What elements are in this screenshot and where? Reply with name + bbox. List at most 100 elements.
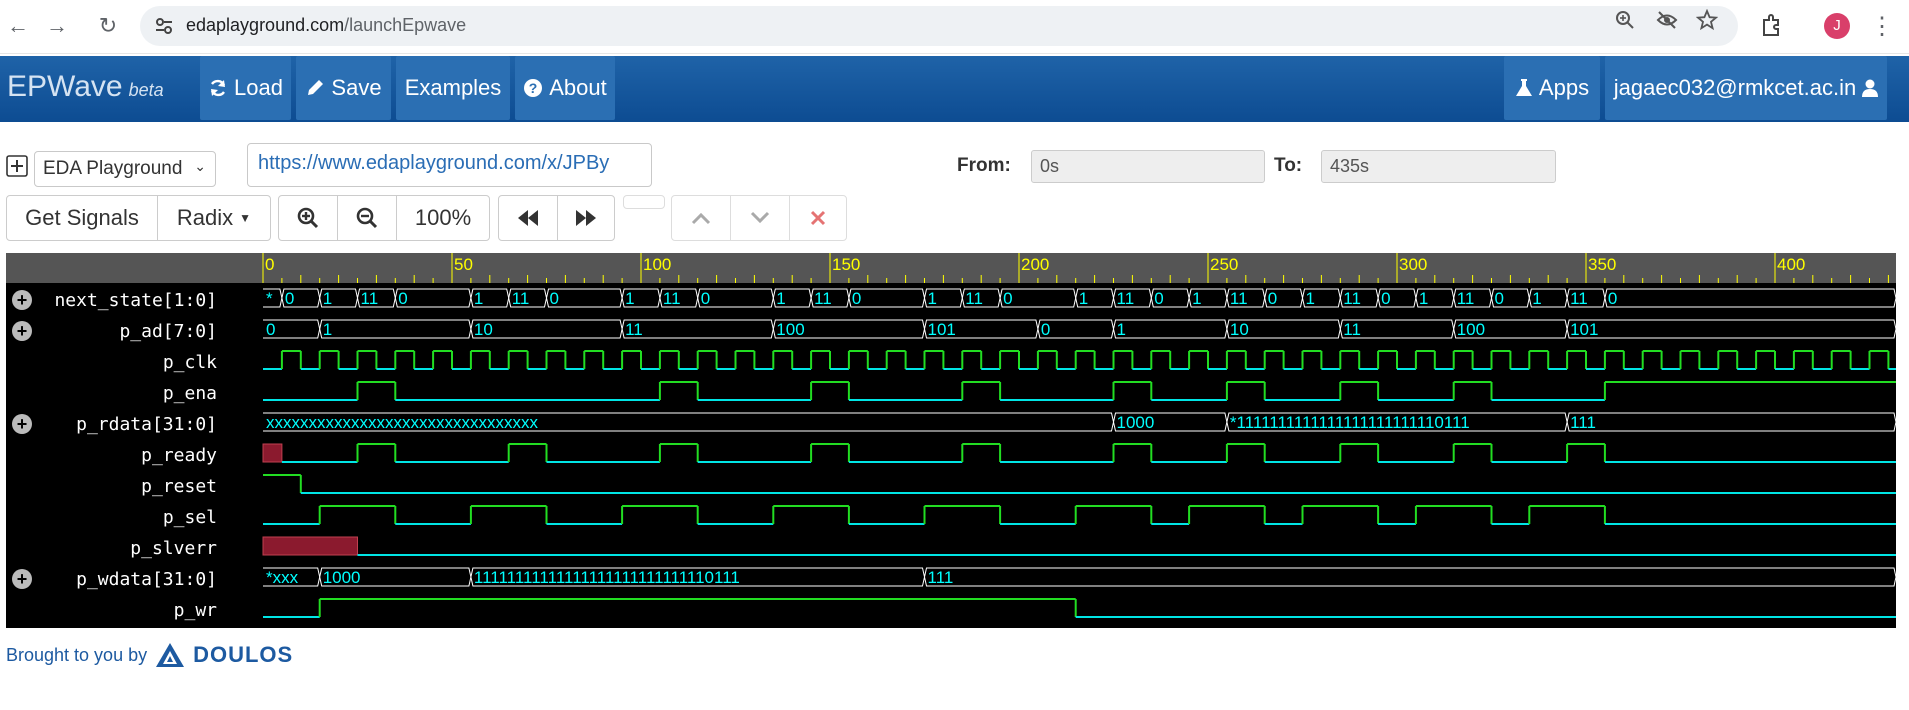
brand-name: EPWave	[7, 70, 123, 103]
svg-text:?: ?	[529, 80, 538, 96]
ruler-tick-label: 0	[265, 255, 274, 274]
about-label: About	[549, 75, 607, 100]
move-up-button[interactable]	[671, 195, 731, 241]
signal-name[interactable]: p_slverr	[6, 538, 217, 559]
expand-all-icon[interactable]	[6, 155, 28, 177]
bus-value: 1	[625, 289, 634, 308]
bus-value: 0	[1495, 289, 1504, 308]
save-label: Save	[331, 75, 382, 100]
bus-segment	[1604, 288, 1896, 308]
bus-value: 111	[1570, 413, 1596, 432]
browser-menu-icon[interactable]: ⋮	[1866, 10, 1898, 42]
footer-text: Brought to you by	[6, 644, 148, 665]
radix-dropdown[interactable]: Radix ▼	[157, 195, 271, 241]
bus-value: *xxx	[266, 568, 299, 587]
bus-value: 0	[1381, 289, 1390, 308]
bus-segment	[1566, 319, 1896, 339]
expand-bus-icon[interactable]: +	[12, 569, 32, 589]
back-icon[interactable]: ←	[2, 10, 34, 42]
signal-name[interactable]: p_ready	[6, 445, 217, 466]
url-text: edaplayground.com/launchEpwave	[186, 15, 466, 36]
bus-value: 1	[928, 289, 937, 308]
profile-avatar[interactable]: J	[1824, 13, 1850, 39]
signal-name[interactable]: p_reset	[6, 476, 217, 497]
bus-value: 1000	[323, 568, 361, 587]
forward-icon[interactable]: →	[41, 10, 73, 42]
expand-bus-icon[interactable]: +	[12, 321, 32, 341]
doulos-brand[interactable]: DOULOS	[193, 642, 293, 668]
signal-name[interactable]: next_state[1:0]	[6, 290, 217, 311]
eye-off-icon[interactable]	[1656, 9, 1678, 31]
zoom-out-button[interactable]	[337, 195, 397, 241]
signal-name[interactable]: p_wdata[31:0]	[6, 569, 217, 590]
scroll-start-button[interactable]	[498, 195, 558, 241]
to-input[interactable]: 435s	[1321, 150, 1556, 183]
waveform-canvas[interactable]: 0 50 100 150 200 250 300 350 400* 0 1 11 0 1 11 0 1 11 0 1 1…	[261, 253, 1896, 628]
bus-value: 0	[1608, 289, 1617, 308]
scroll-end-button[interactable]	[557, 195, 615, 241]
signal-name[interactable]: p_ena	[6, 383, 217, 404]
zoom-level[interactable]: 100%	[396, 195, 490, 241]
bus-value: 1	[1192, 289, 1201, 308]
ruler-tick-label: 200	[1021, 255, 1049, 274]
bus-value: *1111111111111111111111110111	[1230, 413, 1470, 432]
remove-signal-button[interactable]	[789, 195, 847, 241]
caret-down-icon: ▼	[239, 211, 252, 225]
bus-value: 100	[776, 320, 804, 339]
bus-value: 0	[1268, 289, 1277, 308]
signal-name[interactable]: p_wr	[6, 600, 217, 621]
bus-value: 11	[361, 289, 379, 308]
chevron-down-icon	[750, 211, 770, 224]
apps-button[interactable]: Apps	[1504, 56, 1600, 120]
doulos-logo-icon	[156, 643, 185, 667]
examples-button[interactable]: Examples	[396, 56, 510, 120]
reload-icon[interactable]: ↻	[92, 10, 124, 42]
share-url-field[interactable]: https://www.edaplayground.com/x/JPBy	[247, 143, 652, 187]
bus-value: 0	[550, 289, 559, 308]
zoom-icon[interactable]	[1614, 9, 1636, 31]
bus-value: 11	[814, 289, 832, 308]
extensions-icon[interactable]	[1756, 10, 1788, 42]
source-select-value: EDA Playground	[43, 158, 183, 179]
unknown-value	[262, 443, 283, 463]
bus-value: 0	[266, 320, 275, 339]
about-button[interactable]: ? About	[515, 56, 615, 120]
browser-toolbar: ← → ↻ edaplayground.com/launchEpwave J ⋮	[0, 0, 1909, 54]
source-select[interactable]: EDA Playground ⌄	[34, 151, 216, 187]
apps-label: Apps	[1538, 75, 1590, 100]
signal-name[interactable]: p_ad[7:0]	[6, 321, 217, 342]
bus-value: 0	[852, 289, 861, 308]
save-button[interactable]: Save	[296, 56, 391, 120]
bus-value: 10	[1230, 320, 1249, 339]
address-bar[interactable]: edaplayground.com/launchEpwave	[140, 6, 1738, 46]
unknown-value	[262, 536, 358, 556]
chevron-up-icon	[691, 212, 711, 225]
signal-name[interactable]: p_clk	[6, 352, 217, 373]
move-down-button[interactable]	[730, 195, 790, 241]
bus-value: 0	[1041, 320, 1050, 339]
bus-value: 11	[1343, 289, 1361, 308]
brand-suffix: beta	[128, 80, 164, 100]
bookmark-star-icon[interactable]	[1696, 9, 1718, 31]
zoom-in-icon	[297, 207, 319, 229]
bus-value: xxxxxxxxxxxxxxxxxxxxxxxxxxxxxxxx	[266, 413, 539, 432]
blank-button[interactable]	[623, 195, 665, 209]
app-navbar: EPWave beta Load Save Examples ? About Ap…	[0, 56, 1909, 122]
expand-bus-icon[interactable]: +	[12, 290, 32, 310]
signal-name[interactable]: p_rdata[31:0]	[6, 414, 217, 435]
zoom-in-button[interactable]	[278, 195, 338, 241]
bus-value: 11	[1343, 320, 1361, 339]
from-input[interactable]: 0s	[1031, 150, 1265, 183]
bus-value: 1	[474, 289, 483, 308]
signal-name[interactable]: p_sel	[6, 507, 217, 528]
user-menu-button[interactable]: jagaec032@rmkcet.ac.in	[1605, 56, 1887, 120]
bus-value: *	[266, 289, 273, 308]
site-settings-icon[interactable]	[154, 16, 174, 36]
bus-value: 101	[928, 320, 956, 339]
bus-value: 1	[776, 289, 785, 308]
bus-value: 1	[1079, 289, 1088, 308]
load-button[interactable]: Load	[200, 56, 291, 120]
get-signals-button[interactable]: Get Signals	[6, 195, 158, 241]
ruler-tick-label: 400	[1777, 255, 1805, 274]
expand-bus-icon[interactable]: +	[12, 414, 32, 434]
